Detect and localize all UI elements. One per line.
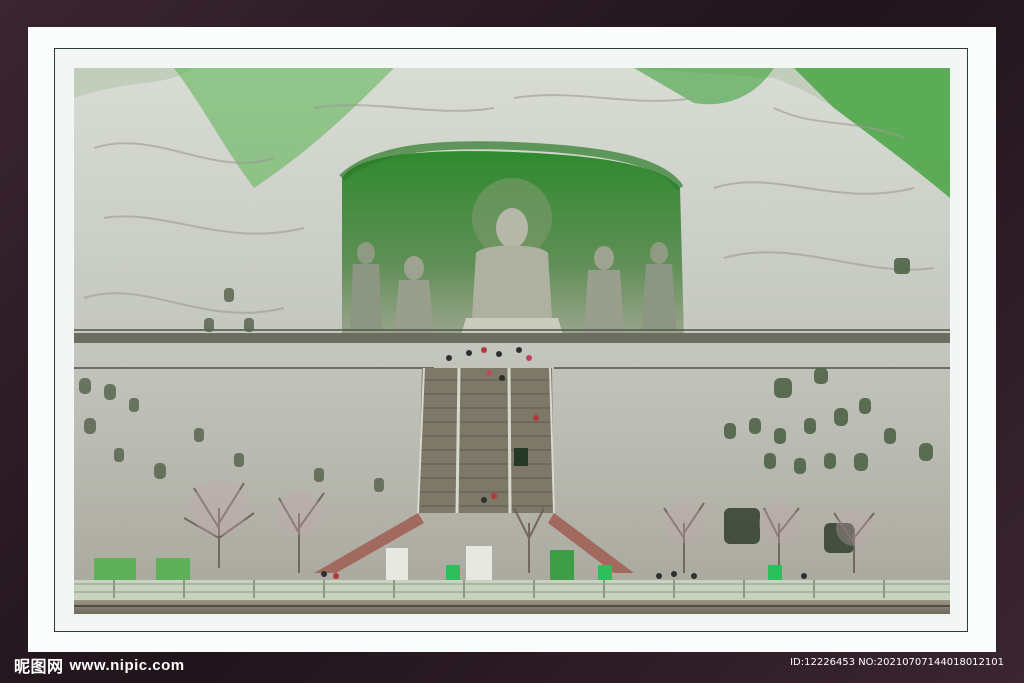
nipic-logo: 昵图网 bbox=[14, 657, 64, 676]
riverside-railing bbox=[74, 580, 950, 600]
image-id-text: ID:12226453 NO:20210707144018012101 bbox=[790, 657, 1004, 668]
grotto-illustration bbox=[74, 68, 950, 614]
kiosk-left bbox=[94, 558, 136, 580]
nipic-site-url: www.nipic.com bbox=[69, 656, 185, 674]
grotto-photo bbox=[74, 68, 950, 614]
nipic-watermark: 昵图网 www.nipic.com bbox=[14, 655, 185, 677]
